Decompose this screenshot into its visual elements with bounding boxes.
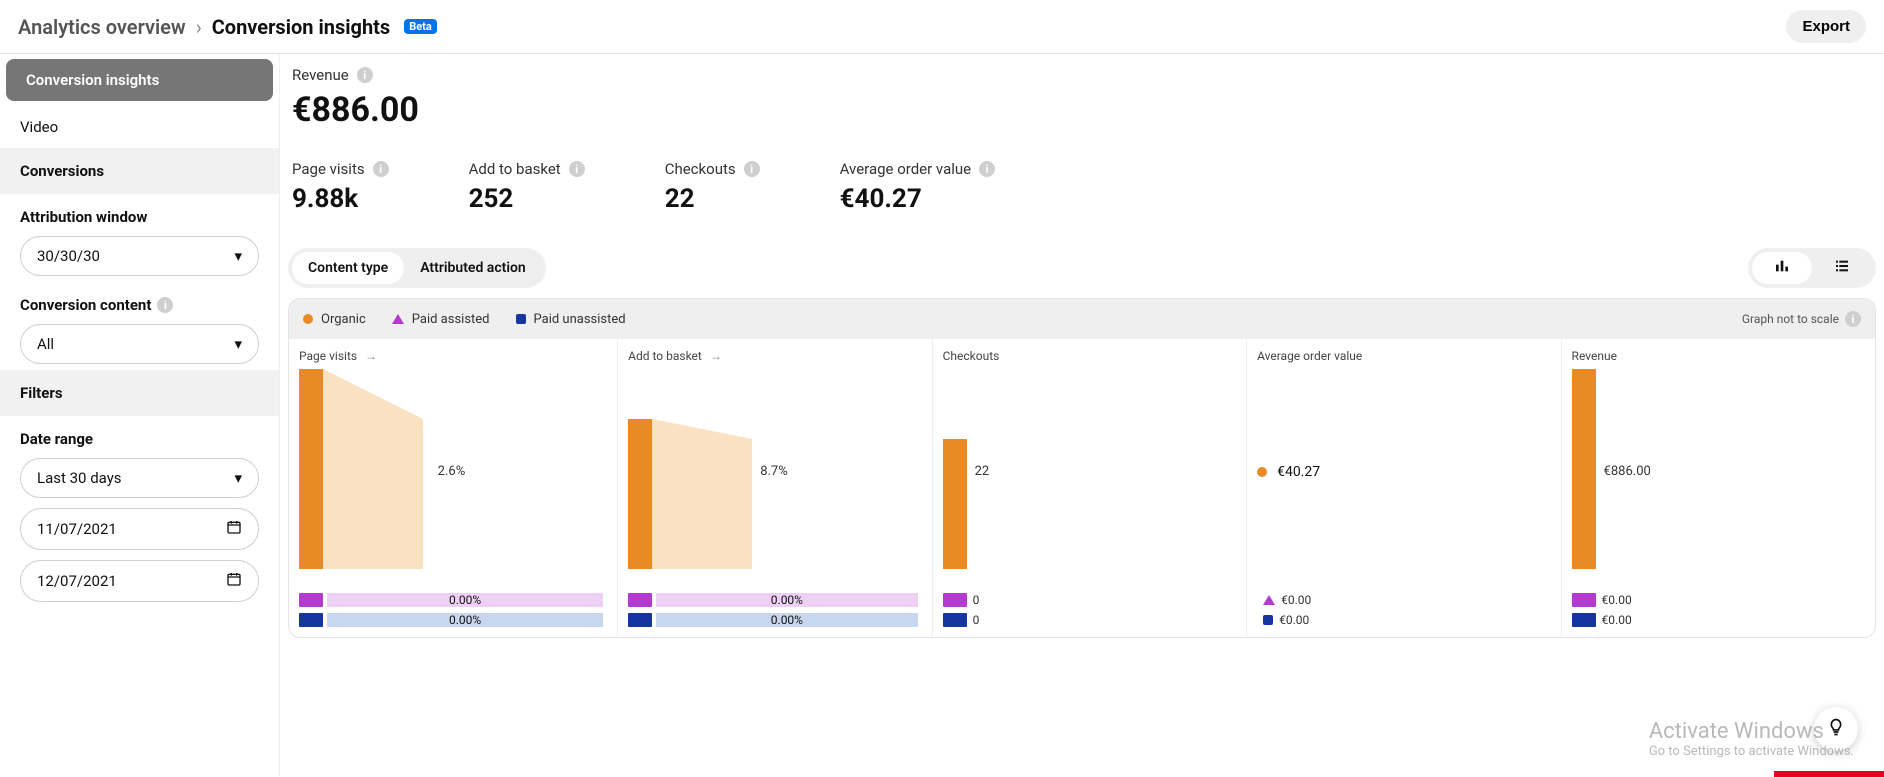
tab-attributed-action[interactable]: Attributed action <box>404 252 542 284</box>
funnel-rate-paid-assisted-1: 0.00% <box>327 593 603 607</box>
arrow-right-icon: → <box>365 349 377 363</box>
funnel-value-aov-pa: €0.00 <box>1275 593 1325 607</box>
funnel-bar-organic <box>628 419 652 569</box>
funnel-value-checkouts-pa: 0 <box>967 593 1017 607</box>
conversion-content-label: Conversion content i <box>20 296 259 314</box>
attribution-window-select[interactable]: 30/30/30 ▾ <box>20 236 259 276</box>
funnel-value-revenue-pu: €0.00 <box>1596 613 1646 627</box>
list-icon <box>1834 258 1850 278</box>
chart-frame: Organic Paid assisted Paid unassisted Gr… <box>288 298 1876 638</box>
main-panel: Revenue i €886.00 Page visits i 9.88k Ad… <box>280 54 1884 776</box>
funnel-connector <box>652 419 752 569</box>
square-icon <box>1263 615 1273 625</box>
funnel-rate-2: 8.7% <box>760 464 788 479</box>
funnel-col-page-visits: Page visits <box>299 349 357 363</box>
bar-chart-icon <box>1774 258 1790 278</box>
date-to-value: 12/07/2021 <box>37 572 117 590</box>
chevron-down-icon: ▾ <box>234 469 242 487</box>
funnel-value-checkouts: 22 <box>975 464 990 479</box>
funnel-value-checkouts-pu: 0 <box>967 613 1017 627</box>
lightbulb-icon <box>1826 717 1846 742</box>
chevron-down-icon: ▾ <box>234 335 242 353</box>
sidebar-tab-conversion-insights[interactable]: Conversion insights <box>6 59 273 101</box>
info-icon[interactable]: i <box>157 297 173 313</box>
conversion-content-value: All <box>37 335 54 353</box>
info-icon[interactable]: i <box>744 161 760 177</box>
funnel-col-checkouts: Checkouts <box>943 349 1000 363</box>
square-icon <box>516 314 526 324</box>
info-icon[interactable]: i <box>1845 311 1861 327</box>
date-from-value: 11/07/2021 <box>37 520 117 538</box>
beta-badge: Beta <box>404 19 437 34</box>
metric-add-to-basket-label: Add to basket i <box>469 160 585 178</box>
funnel-col-aov: Average order value <box>1257 349 1362 363</box>
metric-page-visits-value: 9.88k <box>292 184 389 214</box>
info-icon[interactable]: i <box>569 161 585 177</box>
attribution-window-value: 30/30/30 <box>37 247 100 265</box>
funnel-rate-1: 2.6% <box>438 464 466 479</box>
section-conversions-header: Conversions <box>0 148 279 194</box>
breadcrumb-root[interactable]: Analytics overview <box>18 15 186 39</box>
funnel-bar-organic <box>943 439 967 569</box>
legend-paid-unassisted: Paid unassisted <box>516 312 626 327</box>
funnel-value-aov: €40.27 <box>1277 464 1320 480</box>
attribution-window-label: Attribution window <box>20 208 259 226</box>
funnel-value-aov-pu: €0.00 <box>1273 613 1323 627</box>
conversion-content-select[interactable]: All ▾ <box>20 324 259 364</box>
calendar-icon <box>226 571 242 591</box>
funnel-value-revenue-pa: €0.00 <box>1596 593 1646 607</box>
metric-revenue-label: Revenue i <box>292 66 1872 84</box>
metric-add-to-basket-value: 252 <box>469 184 585 214</box>
legend-paid-assisted: Paid assisted <box>392 312 490 327</box>
funnel-col-revenue: Revenue <box>1572 349 1617 363</box>
calendar-icon <box>226 519 242 539</box>
info-icon[interactable]: i <box>979 161 995 177</box>
triangle-icon <box>1263 595 1275 605</box>
info-icon[interactable]: i <box>373 161 389 177</box>
sidebar: Conversion insights Video Conversions At… <box>0 54 280 776</box>
date-range-select[interactable]: Last 30 days ▾ <box>20 458 259 498</box>
funnel-col-add-to-basket: Add to basket <box>628 349 702 363</box>
date-to-input[interactable]: 12/07/2021 <box>20 560 259 602</box>
funnel-connector <box>323 369 423 569</box>
chart-view-button[interactable] <box>1752 252 1812 284</box>
help-bubble-button[interactable] <box>1814 707 1858 751</box>
date-range-label: Date range <box>20 430 259 448</box>
funnel-rate-paid-assisted-2: 0.00% <box>656 593 917 607</box>
tab-content-type[interactable]: Content type <box>292 252 404 284</box>
export-button[interactable]: Export <box>1786 10 1866 43</box>
breadcrumb: Analytics overview › Conversion insights… <box>18 15 437 39</box>
metric-checkouts-value: 22 <box>665 184 760 214</box>
funnel-rate-paid-unassisted-2: 0.00% <box>656 613 917 627</box>
funnel-rate-paid-unassisted-1: 0.00% <box>327 613 603 627</box>
date-range-value: Last 30 days <box>37 469 122 487</box>
circle-icon <box>1257 467 1267 477</box>
chevron-right-icon: › <box>196 15 202 39</box>
metric-page-visits-label: Page visits i <box>292 160 389 178</box>
graph-not-to-scale: Graph not to scale i <box>1742 311 1861 327</box>
date-from-input[interactable]: 11/07/2021 <box>20 508 259 550</box>
triangle-icon <box>392 314 404 324</box>
legend-organic: Organic <box>303 312 366 327</box>
section-filters-header: Filters <box>0 370 279 416</box>
funnel-value-revenue: €886.00 <box>1604 464 1651 479</box>
info-icon[interactable]: i <box>357 67 373 83</box>
circle-icon <box>303 314 313 324</box>
sidebar-tab-video[interactable]: Video <box>0 106 279 148</box>
funnel-bar-organic <box>299 369 323 569</box>
breadcrumb-current: Conversion insights <box>212 15 391 39</box>
funnel-bar-organic <box>1572 369 1596 569</box>
metric-revenue-value: €886.00 <box>292 90 1872 130</box>
red-strip <box>1774 771 1884 777</box>
arrow-right-icon: → <box>710 349 722 363</box>
metric-aov-label: Average order value i <box>840 160 996 178</box>
chart-tab-group: Content type Attributed action <box>288 248 546 288</box>
view-toggle <box>1748 248 1876 288</box>
list-view-button[interactable] <box>1812 252 1872 284</box>
chevron-down-icon: ▾ <box>234 247 242 265</box>
metric-checkouts-label: Checkouts i <box>665 160 760 178</box>
metric-aov-value: €40.27 <box>840 184 996 214</box>
